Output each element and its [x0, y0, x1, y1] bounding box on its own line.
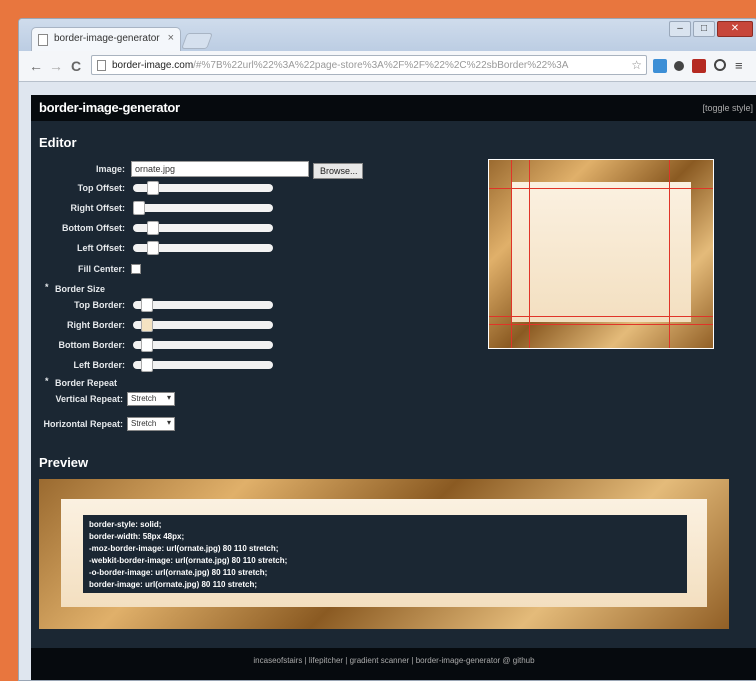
right-offset-guide[interactable]	[669, 160, 670, 348]
vertical-repeat-value: Stretch	[131, 394, 157, 403]
vertical-repeat-label: Vertical Repeat:	[55, 394, 123, 404]
css-code-output: border-style: solid; border-width: 58px …	[83, 515, 687, 593]
bottom-border-label: Bottom Border:	[58, 340, 126, 350]
border-size-bullet: *	[45, 282, 49, 292]
bottom-offset-label: Bottom Offset:	[62, 223, 125, 233]
site-title: border-image-generator	[39, 100, 180, 115]
page-content: border-image-generator [toggle style] Ed…	[31, 95, 756, 680]
minimize-button[interactable]: –	[669, 21, 691, 37]
top-border-label: Top Border:	[74, 300, 125, 310]
chrome-menu-icon[interactable]: ≡	[735, 58, 743, 73]
left-offset-guide-2[interactable]	[529, 160, 530, 348]
extension-pdf-icon[interactable]	[692, 59, 706, 73]
editor-heading: Editor	[39, 135, 77, 150]
extension-dot-icon[interactable]	[674, 61, 684, 71]
top-offset-guide[interactable]	[489, 188, 713, 189]
image-input[interactable]: ornate.jpg	[131, 161, 309, 177]
site-header: border-image-generator [toggle style]	[31, 95, 756, 121]
css-line: border-style: solid;	[89, 520, 162, 529]
slider-thumb[interactable]	[141, 298, 153, 312]
slider-thumb[interactable]	[141, 318, 153, 332]
address-bar[interactable]: border-image.com/#%7B%22url%22%3A%22page…	[91, 55, 647, 75]
right-offset-slider[interactable]	[133, 201, 273, 215]
browser-window: border-image-generator × – □ ✕ ← → C bor…	[18, 18, 756, 681]
tab-close-icon[interactable]: ×	[168, 32, 174, 44]
top-border-slider[interactable]	[133, 298, 273, 312]
left-offset-label: Left Offset:	[77, 243, 125, 253]
horizontal-repeat-label: Horizontal Repeat:	[43, 419, 123, 429]
extension-mail-icon[interactable]	[653, 59, 667, 73]
css-line: border-image: url(ornate.jpg) 80 110 str…	[89, 580, 258, 589]
browser-tab[interactable]: border-image-generator ×	[31, 27, 181, 51]
fill-center-checkbox[interactable]	[131, 264, 141, 274]
back-arrow-icon[interactable]: ←	[29, 58, 43, 74]
site-footer[interactable]: incaseofstairs | lifepitcher | gradient …	[31, 648, 756, 680]
border-repeat-heading[interactable]: Border Repeat	[55, 378, 117, 388]
toggle-style-link[interactable]: [toggle style]	[702, 103, 753, 113]
css-line: -o-border-image: url(ornate.jpg) 80 110 …	[89, 568, 268, 577]
right-border-label: Right Border:	[67, 320, 125, 330]
right-border-slider[interactable]	[133, 318, 273, 332]
top-offset-label: Top Offset:	[77, 183, 125, 193]
close-window-button[interactable]: ✕	[717, 21, 753, 37]
slider-thumb[interactable]	[141, 358, 153, 372]
page-icon	[97, 60, 106, 71]
left-border-slider[interactable]	[133, 358, 273, 372]
url-path: /#%7B%22url%22%3A%22page-store%3A%2F%2F%…	[193, 60, 569, 71]
dropdown-arrow-icon: ▾	[166, 393, 171, 402]
right-offset-label: Right Offset:	[70, 203, 126, 213]
tab-title: border-image-generator	[54, 33, 160, 44]
slider-thumb[interactable]	[133, 201, 145, 215]
preview-heading: Preview	[39, 455, 89, 470]
browser-toolbar: ← → C border-image.com/#%7B%22url%22%3A%…	[19, 51, 756, 82]
browse-button[interactable]: Browse...	[313, 163, 363, 179]
image-label: Image:	[95, 164, 125, 174]
left-border-label: Left Border:	[73, 360, 126, 370]
vertical-repeat-select[interactable]: Stretch ▾	[127, 392, 175, 406]
extension-gear-icon[interactable]	[714, 59, 726, 71]
frame-center-image	[511, 182, 691, 322]
reload-icon[interactable]: C	[71, 58, 81, 74]
left-offset-slider[interactable]	[133, 241, 273, 255]
bottom-offset-slider[interactable]	[133, 221, 273, 235]
horizontal-repeat-value: Stretch	[131, 419, 157, 428]
url-host: border-image.com	[112, 60, 194, 71]
horizontal-repeat-select[interactable]: Stretch ▾	[127, 417, 175, 431]
border-image-editor[interactable]	[488, 159, 714, 349]
css-line: -moz-border-image: url(ornate.jpg) 80 11…	[89, 544, 279, 553]
css-line: border-width: 58px 48px;	[89, 532, 185, 541]
border-size-heading[interactable]: Border Size	[55, 284, 105, 294]
border-repeat-bullet: *	[45, 376, 49, 386]
page-favicon-icon	[38, 34, 48, 46]
slider-thumb[interactable]	[141, 338, 153, 352]
dropdown-arrow-icon: ▾	[166, 418, 171, 427]
forward-arrow-icon[interactable]: →	[49, 58, 63, 74]
tab-bar: border-image-generator × – □ ✕	[19, 19, 756, 51]
slider-thumb[interactable]	[147, 241, 159, 255]
maximize-button[interactable]: □	[693, 21, 715, 37]
window-controls: – □ ✕	[669, 21, 753, 37]
top-offset-slider[interactable]	[133, 181, 273, 195]
slider-thumb[interactable]	[147, 221, 159, 235]
new-tab-button[interactable]	[181, 33, 213, 49]
bookmark-star-icon[interactable]: ☆	[631, 58, 642, 72]
css-line: -webkit-border-image: url(ornate.jpg) 80…	[89, 556, 288, 565]
fill-center-label: Fill Center:	[77, 264, 125, 274]
preview-frame: border-style: solid; border-width: 58px …	[39, 479, 729, 629]
bottom-border-slider[interactable]	[133, 338, 273, 352]
bottom-offset-guide[interactable]	[489, 316, 713, 317]
slider-thumb[interactable]	[147, 181, 159, 195]
bottom-offset-guide-2[interactable]	[489, 324, 713, 325]
left-offset-guide[interactable]	[511, 160, 512, 348]
